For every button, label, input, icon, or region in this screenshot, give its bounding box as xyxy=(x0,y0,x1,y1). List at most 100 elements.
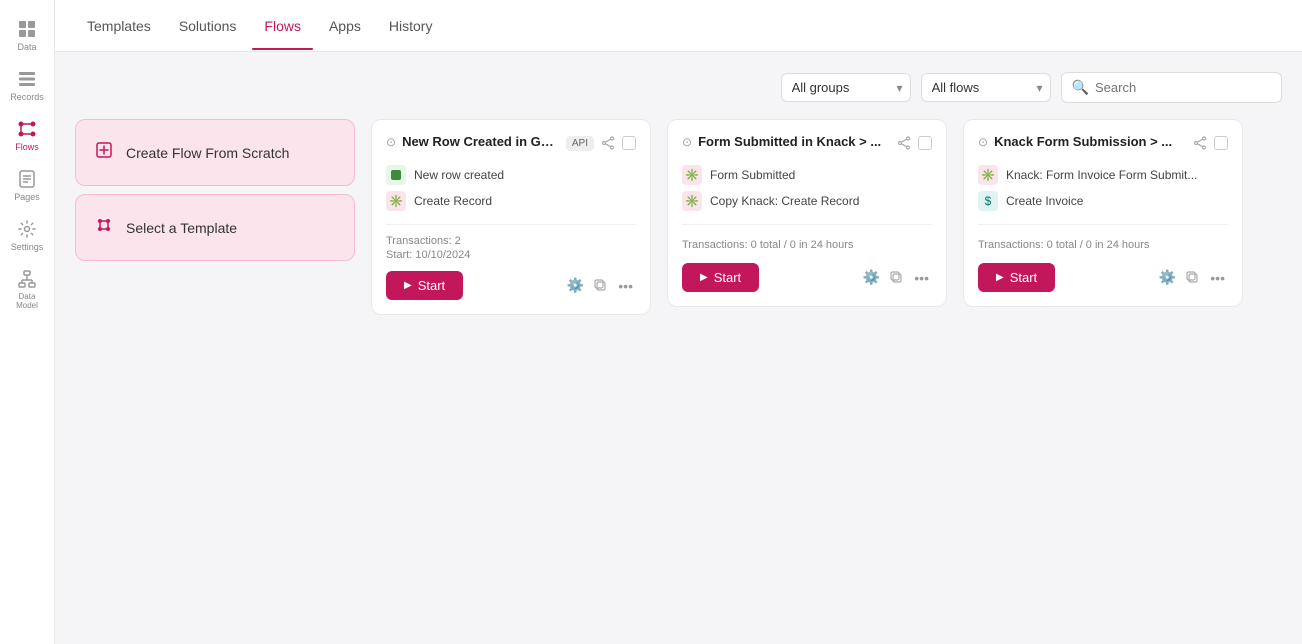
flow-card-1-title-row: ⊙ New Row Created in GS > ... xyxy=(386,134,558,149)
step-3-2: $ Create Invoice xyxy=(978,188,1228,214)
flow-card-1: ⊙ New Row Created in GS > ... API xyxy=(371,119,651,315)
nav-templates[interactable]: Templates xyxy=(75,10,163,42)
sidebar-item-settings[interactable]: Settings xyxy=(0,212,54,258)
flow-card-3: ⊙ Knack Form Submission > ... ✳️ Knack: … xyxy=(963,119,1243,307)
duplicate-btn-1[interactable] xyxy=(591,277,611,295)
flow-card-2-checkbox[interactable] xyxy=(918,136,932,150)
settings-icon xyxy=(16,218,38,240)
footer-actions-2: ⚙️ ••• xyxy=(860,267,932,288)
top-nav: Templates Solutions Flows Apps History xyxy=(55,0,1302,52)
sidebar-label-records: Records xyxy=(10,92,44,102)
sidebar-label-settings: Settings xyxy=(11,242,44,252)
select-template-label: Select a Template xyxy=(126,220,237,236)
flow-card-1-header: ⊙ New Row Created in GS > ... API xyxy=(386,134,636,152)
create-flow-icon xyxy=(94,140,114,165)
settings-btn-3[interactable]: ⚙️ xyxy=(1156,267,1179,288)
settings-btn-1[interactable]: ⚙️ xyxy=(564,275,587,296)
flow-transactions-2: Transactions: 0 total / 0 in 24 hours xyxy=(682,239,853,251)
create-panel: Create Flow From Scratch xyxy=(75,119,355,261)
start-label-2: Start xyxy=(714,270,741,285)
more-btn-2[interactable]: ••• xyxy=(911,268,932,288)
cards-row: Create Flow From Scratch xyxy=(75,119,1282,315)
start-label-1: Start xyxy=(418,278,445,293)
sidebar-label-flows: Flows xyxy=(15,142,39,152)
play-icon-1: ▶ xyxy=(404,280,412,291)
sidebar-item-data-model[interactable]: DataModel xyxy=(0,262,54,316)
flow-card-2-actions xyxy=(894,134,932,152)
flow-card-3-header: ⊙ Knack Form Submission > ... xyxy=(978,134,1228,152)
footer-actions-1: ⚙️ ••• xyxy=(564,275,636,296)
duplicate-btn-3[interactable] xyxy=(1183,269,1203,287)
flow-card-1-meta: Transactions: 2 Start: 10/10/2024 xyxy=(386,235,636,261)
flows-icon xyxy=(16,118,38,140)
search-input[interactable] xyxy=(1095,80,1271,95)
step-icon-3-2: $ xyxy=(978,191,998,211)
create-flow-card[interactable]: Create Flow From Scratch xyxy=(75,119,355,186)
step-2-2: ✳️ Copy Knack: Create Record xyxy=(682,188,932,214)
nav-history[interactable]: History xyxy=(377,10,445,42)
settings-btn-2[interactable]: ⚙️ xyxy=(860,267,883,288)
step-2-1: ✳️ Form Submitted xyxy=(682,162,932,188)
nav-solutions[interactable]: Solutions xyxy=(167,10,249,42)
create-flow-label: Create Flow From Scratch xyxy=(126,145,289,161)
flow-card-3-actions xyxy=(1190,134,1228,152)
step-label-2-1: Form Submitted xyxy=(710,168,795,182)
data-model-icon xyxy=(16,268,38,290)
more-btn-3[interactable]: ••• xyxy=(1207,268,1228,288)
flow-card-1-footer: ▶ Start ⚙️ ••• xyxy=(386,271,636,300)
step-3-1: ✳️ Knack: Form Invoice Form Submit... xyxy=(978,162,1228,188)
flow-card-2-steps: ✳️ Form Submitted ✳️ Copy Knack: Create … xyxy=(682,162,932,214)
start-btn-3[interactable]: ▶ Start xyxy=(978,263,1055,292)
search-icon: 🔍 xyxy=(1072,79,1089,96)
start-label-3: Start xyxy=(1010,270,1037,285)
divider-2 xyxy=(682,224,932,225)
flow-trigger-icon-2: ⊙ xyxy=(682,135,692,149)
sidebar-item-records[interactable]: Records xyxy=(0,62,54,108)
flow-card-2: ⊙ Form Submitted in Knack > ... ✳️ Form … xyxy=(667,119,947,307)
share-btn-3[interactable] xyxy=(1190,134,1210,152)
flow-transactions-3: Transactions: 0 total / 0 in 24 hours xyxy=(978,239,1149,251)
more-btn-1[interactable]: ••• xyxy=(615,276,636,296)
nav-flows[interactable]: Flows xyxy=(252,10,313,42)
flow-card-3-checkbox[interactable] xyxy=(1214,136,1228,150)
step-label-3-1: Knack: Form Invoice Form Submit... xyxy=(1006,168,1197,182)
sidebar-label-data: Data xyxy=(17,42,36,52)
pages-icon xyxy=(16,168,38,190)
step-icon-1-2: ✳️ xyxy=(386,191,406,211)
footer-actions-3: ⚙️ ••• xyxy=(1156,267,1228,288)
share-btn-2[interactable] xyxy=(894,134,914,152)
sidebar-label-pages: Pages xyxy=(14,192,40,202)
nav-apps[interactable]: Apps xyxy=(317,10,373,42)
flow-start-1: Start: 10/10/2024 xyxy=(386,249,636,261)
start-btn-1[interactable]: ▶ Start xyxy=(386,271,463,300)
flow-card-1-checkbox[interactable] xyxy=(622,136,636,150)
share-btn-1[interactable] xyxy=(598,134,618,152)
divider-1 xyxy=(386,224,636,225)
flow-card-3-steps: ✳️ Knack: Form Invoice Form Submit... $ … xyxy=(978,162,1228,214)
groups-filter[interactable]: All groups xyxy=(781,73,911,102)
flow-card-1-title: New Row Created in GS > ... xyxy=(402,134,558,149)
sidebar-item-data[interactable]: Data xyxy=(0,12,54,58)
start-btn-2[interactable]: ▶ Start xyxy=(682,263,759,292)
flows-filter[interactable]: All flows xyxy=(921,73,1051,102)
step-icon-3-1: ✳️ xyxy=(978,165,998,185)
sidebar-item-flows[interactable]: Flows xyxy=(0,112,54,158)
content-area: All groups All flows 🔍 xyxy=(55,52,1302,644)
main-content: Templates Solutions Flows Apps History A… xyxy=(55,0,1302,644)
step-icon-2-1: ✳️ xyxy=(682,165,702,185)
divider-3 xyxy=(978,224,1228,225)
flows-filter-wrap: All flows xyxy=(921,73,1051,102)
step-icon-1-1 xyxy=(386,165,406,185)
data-icon xyxy=(16,18,38,40)
flow-card-2-title: Form Submitted in Knack > ... xyxy=(698,134,881,149)
search-box: 🔍 xyxy=(1061,72,1282,103)
duplicate-btn-2[interactable] xyxy=(887,269,907,287)
flow-card-3-meta: Transactions: 0 total / 0 in 24 hours xyxy=(978,235,1228,253)
play-icon-3: ▶ xyxy=(996,272,1004,283)
flow-card-1-badge: API xyxy=(566,136,594,151)
sidebar-item-pages[interactable]: Pages xyxy=(0,162,54,208)
step-1-1: New row created xyxy=(386,162,636,188)
filter-bar: All groups All flows 🔍 xyxy=(75,72,1282,103)
flow-card-3-footer: ▶ Start ⚙️ ••• xyxy=(978,263,1228,292)
select-template-card[interactable]: Select a Template xyxy=(75,194,355,261)
